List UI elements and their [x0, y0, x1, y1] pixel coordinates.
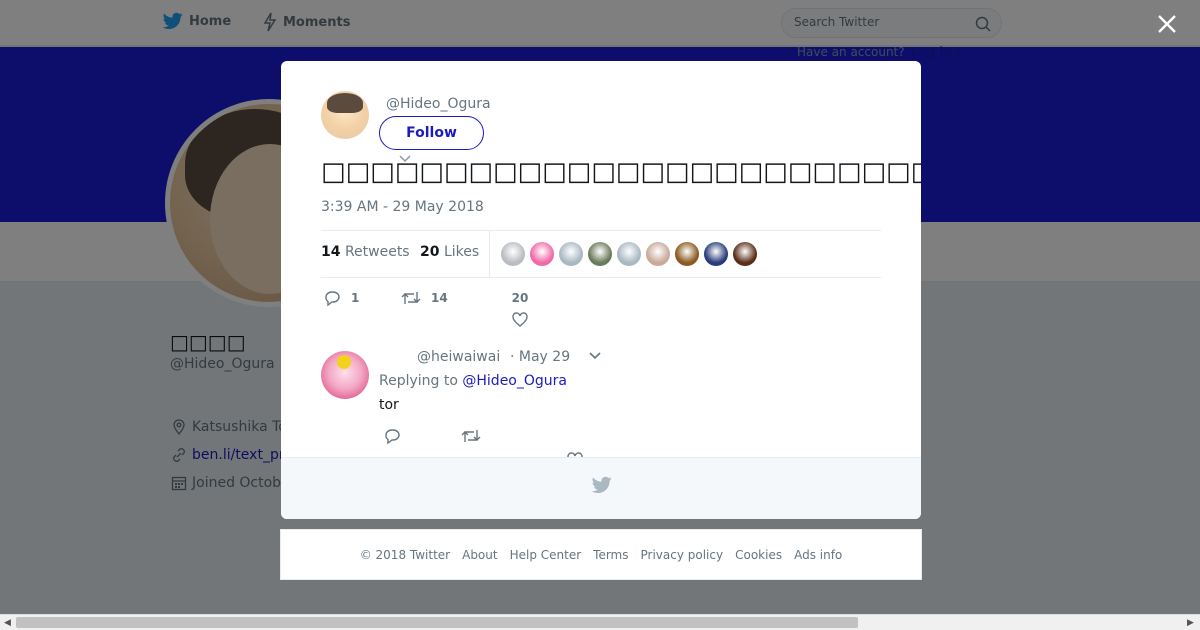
likes-count: 20: [420, 244, 440, 260]
replying-to-mention[interactable]: @Hideo_Ogura: [462, 373, 567, 389]
retweet-action[interactable]: 14: [401, 289, 448, 307]
liker-avatar[interactable]: [733, 242, 757, 266]
liker-avatar[interactable]: [704, 242, 728, 266]
follow-button[interactable]: Follow: [379, 116, 484, 150]
close-icon[interactable]: [1155, 12, 1179, 36]
scroll-right-icon[interactable]: ▶: [1187, 618, 1194, 628]
reply-retweet-action[interactable]: [461, 427, 481, 445]
modal-footer: [281, 457, 921, 519]
tweet-timestamp[interactable]: 3:39 AM - 29 May 2018: [321, 199, 484, 215]
tweet-modal: @Hideo_Ogura Follow □□□□□□□□□□□□□□□□□□□□…: [281, 61, 921, 519]
reply-author-avatar[interactable]: [321, 351, 369, 399]
tweet-text: □□□□□□□□□□□□□□□□□□□□□□□□□□□□□□□□□□□□□□□□…: [321, 157, 921, 187]
tweet-actions: 1 14 20: [321, 287, 881, 327]
stats-divider: [489, 231, 490, 277]
replying-to: Replying to @Hideo_Ogura: [379, 373, 567, 389]
reply-icon: [325, 291, 340, 307]
retweets-label: Retweets: [344, 244, 410, 260]
footer-link-ads-info[interactable]: Ads info: [794, 548, 842, 562]
replying-to-label: Replying to: [379, 373, 458, 389]
retweets-stat[interactable]: 14 Retweets: [321, 244, 410, 260]
liker-avatar[interactable]: [646, 242, 670, 266]
retweets-count: 14: [321, 244, 341, 260]
footer-link-privacy[interactable]: Privacy policy: [641, 548, 724, 562]
author-avatar-hair: [327, 93, 363, 113]
liker-avatar[interactable]: [617, 242, 641, 266]
footer-link-cookies[interactable]: Cookies: [735, 548, 782, 562]
footer-copyright: © 2018 Twitter: [359, 547, 451, 562]
tweet-stats: 14 Retweets 20 Likes: [321, 230, 881, 278]
site-footer: © 2018 Twitter About Help Center Terms P…: [280, 529, 922, 580]
like-action[interactable]: 20: [511, 291, 529, 329]
tweet-author-avatar[interactable]: [321, 91, 369, 139]
liker-avatar[interactable]: [675, 242, 699, 266]
like-count: 20: [511, 291, 529, 305]
scrollbar-thumb[interactable]: [16, 617, 858, 628]
scroll-left-icon[interactable]: ◀: [4, 618, 11, 628]
horizontal-scrollbar[interactable]: ◀ ▶: [0, 614, 1200, 630]
reply-date[interactable]: · May 29: [510, 349, 570, 365]
reply-count: 1: [351, 291, 360, 305]
twitter-bird-icon: [592, 476, 612, 493]
liker-avatars: [501, 242, 757, 266]
liker-avatar[interactable]: [530, 242, 554, 266]
retweet-icon: [461, 430, 481, 442]
liker-avatar[interactable]: [559, 242, 583, 266]
liker-avatar[interactable]: [501, 242, 525, 266]
reply-avatar-flower: [337, 355, 351, 369]
heart-icon: [512, 312, 528, 327]
reply-reply-action[interactable]: [383, 427, 401, 445]
reply-action[interactable]: 1: [323, 289, 359, 307]
retweet-count: 14: [431, 291, 448, 305]
footer-link-about[interactable]: About: [462, 548, 497, 562]
liker-avatar[interactable]: [588, 242, 612, 266]
chevron-down-icon[interactable]: [588, 351, 602, 361]
reply-icon: [385, 429, 400, 445]
tweet-author-handle[interactable]: @Hideo_Ogura: [386, 96, 491, 112]
footer-link-help-center[interactable]: Help Center: [510, 548, 582, 562]
likes-stat[interactable]: 20 Likes: [420, 244, 479, 260]
reply-text: tor: [379, 397, 399, 413]
retweet-icon: [401, 292, 421, 304]
likes-label: Likes: [443, 244, 480, 260]
reply-author-handle[interactable]: @heiwaiwai: [417, 349, 500, 365]
footer-link-terms[interactable]: Terms: [593, 548, 628, 562]
